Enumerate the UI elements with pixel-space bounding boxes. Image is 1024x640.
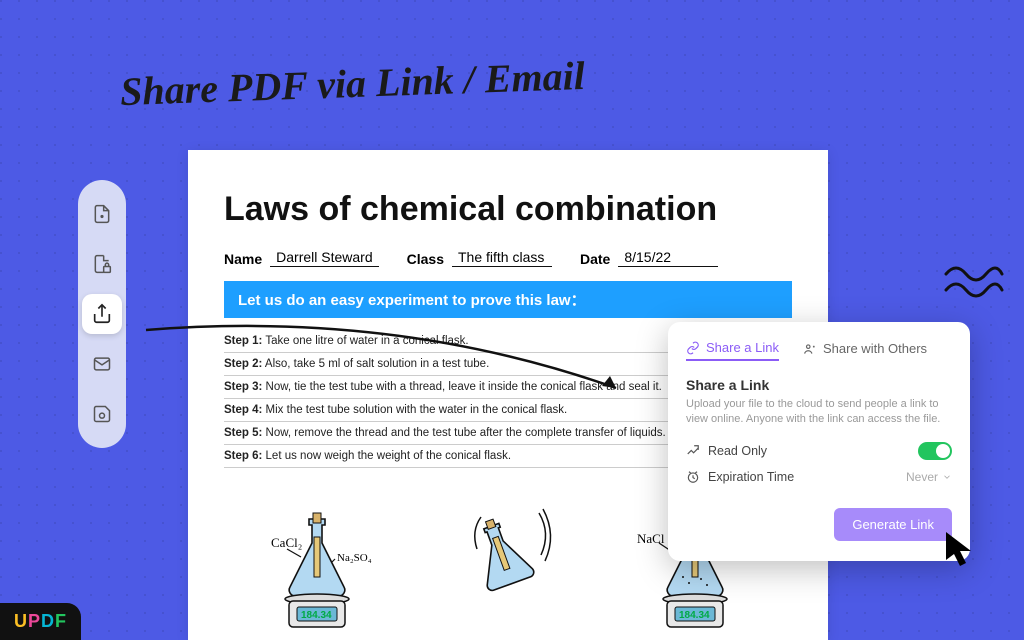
svg-text:184.34: 184.34 — [679, 610, 710, 621]
name-value: Darrell Steward — [270, 249, 378, 267]
svg-text:CaCl₂: CaCl₂ — [271, 535, 302, 550]
file-lock-icon[interactable] — [82, 244, 122, 284]
panel-description: Upload your file to the cloud to send pe… — [686, 397, 952, 428]
decorative-squiggle-icon — [944, 260, 1004, 300]
cursor-icon — [944, 530, 978, 570]
share-icon[interactable] — [82, 294, 122, 334]
generate-link-button[interactable]: Generate Link — [834, 508, 952, 541]
sidebar-toolbar — [78, 180, 126, 448]
svg-text:184.34: 184.34 — [301, 610, 332, 621]
name-label: Name — [224, 251, 262, 267]
share-panel: Share a Link Share with Others Share a L… — [668, 322, 970, 561]
date-label: Date — [580, 251, 610, 267]
tab-share-link[interactable]: Share a Link — [686, 340, 779, 361]
read-only-toggle[interactable] — [918, 442, 952, 460]
expiration-value[interactable]: Never — [906, 470, 952, 484]
flask-2 — [433, 499, 583, 640]
class-value: The fifth class — [452, 249, 552, 267]
file-icon[interactable] — [82, 194, 122, 234]
clock-icon — [686, 470, 700, 484]
expiration-label: Expiration Time — [708, 470, 794, 484]
mail-icon[interactable] — [82, 344, 122, 384]
read-only-icon — [686, 444, 700, 458]
class-label: Class — [407, 251, 444, 267]
panel-heading: Share a Link — [686, 377, 952, 393]
svg-text:Na₂SO₄: Na₂SO₄ — [337, 552, 372, 564]
read-only-label: Read Only — [708, 444, 767, 458]
flask-1: CaCl₂ Na₂SO₄ 184.34 — [244, 499, 394, 640]
chevron-down-icon — [942, 472, 952, 482]
experiment-banner: Let us do an easy experiment to prove th… — [224, 281, 792, 318]
updf-logo: UPDF — [0, 603, 81, 640]
tab-share-others[interactable]: Share with Others — [803, 340, 927, 361]
doc-title: Laws of chemical combination — [224, 190, 792, 229]
save-icon[interactable] — [82, 394, 122, 434]
date-value: 8/15/22 — [618, 249, 718, 267]
